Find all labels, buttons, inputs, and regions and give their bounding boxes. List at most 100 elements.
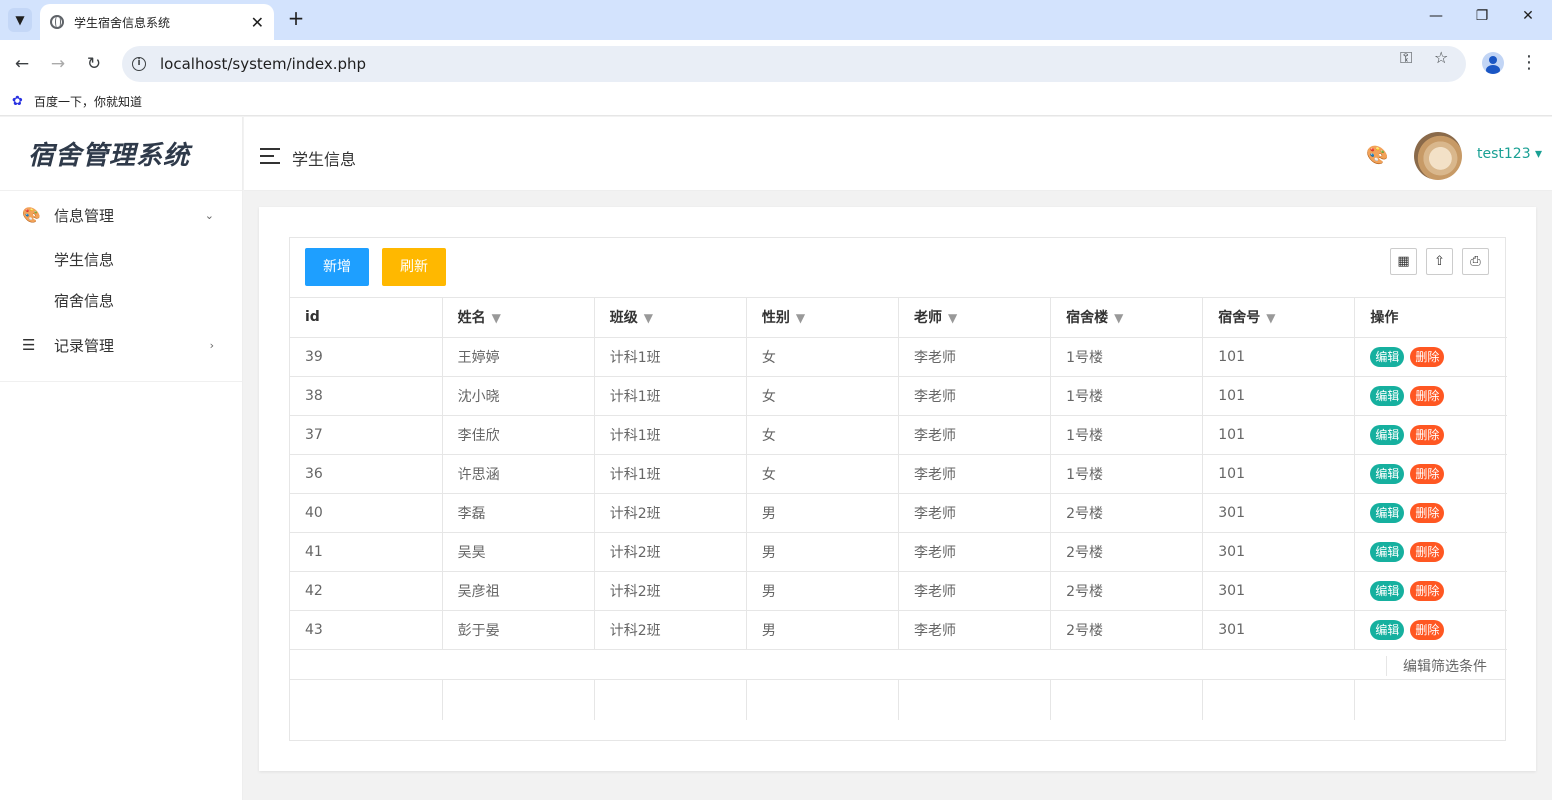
delete-button[interactable]: 删除 — [1410, 580, 1445, 601]
refresh-button[interactable]: 刷新 — [382, 248, 446, 286]
filter-icon[interactable]: ▼ — [492, 311, 501, 325]
window-close-button[interactable]: ✕ — [1518, 8, 1538, 24]
table-cell: 李老师 — [898, 454, 1052, 494]
content-card: 新增 刷新 ▦ ⇧ ⎙ id 姓名 ▼ 班级 ▼ 性别 ▼ 老师 ▼ 宿舍楼 ▼ 宿舍号 ▼… — [259, 207, 1536, 771]
data-table: 新增 刷新 ▦ ⇧ ⎙ id 姓名 ▼ 班级 ▼ 性别 ▼ 老师 ▼ 宿舍楼 ▼ 宿舍号 ▼… — [289, 237, 1507, 741]
theme-palette-icon[interactable]: 🎨 — [1366, 145, 1388, 166]
table-row[interactable]: 43 彭于晏 计科2班男李老师 2号楼 301 编辑 删除 — [290, 610, 1507, 650]
close-icon[interactable]: ✕ — [251, 13, 264, 32]
browser-tab[interactable]: 学生宿舍信息系统 ✕ — [40, 4, 274, 40]
table-cell: 301 — [1202, 571, 1356, 611]
table-cell: 37 — [290, 415, 443, 455]
table-cell: 男 — [746, 493, 900, 533]
sidebar-item-dorms[interactable]: 宿舍信息 — [0, 280, 242, 321]
table-row[interactable]: 38 沈小晓 计科1班女李老师 1号楼 101 编辑 删除 — [290, 376, 1507, 416]
site-info-icon[interactable]: i — [132, 57, 146, 71]
filter-icon[interactable]: ▼ — [796, 311, 805, 325]
edit-button[interactable]: 编辑 — [1370, 346, 1405, 367]
actions-cell: 编辑 删除 — [1354, 415, 1507, 455]
table-row[interactable]: 41 吴昊 计科2班男李老师 2号楼 301 编辑 删除 — [290, 532, 1507, 572]
table-row[interactable]: 39 王婷婷 计科1班女李老师 1号楼 101 编辑 删除 — [290, 337, 1507, 377]
back-button[interactable]: ← — [10, 52, 34, 76]
filter-icon[interactable]: ▼ — [948, 311, 957, 325]
bookmark-baidu[interactable]: 百度一下，你就知道 — [34, 93, 142, 110]
sidebar-group-records[interactable]: ☰ 记录管理 › — [0, 321, 242, 369]
column-header-teacher[interactable]: 老师 ▼ — [898, 298, 1052, 338]
column-header-building[interactable]: 宿舍楼 ▼ — [1050, 298, 1204, 338]
table-cell: 301 — [1202, 493, 1356, 533]
delete-button[interactable]: 删除 — [1410, 346, 1445, 367]
tab-search-button[interactable]: ▼ — [8, 8, 32, 32]
student-table: id 姓名 ▼ 班级 ▼ 性别 ▼ 老师 ▼ 宿舍楼 ▼ 宿舍号 ▼ 操作 39 王婷婷 计科1… — [290, 298, 1507, 650]
sidebar-group-label: 记录管理 — [54, 336, 115, 355]
list-icon: ☰ — [22, 336, 36, 354]
table-cell: 101 — [1202, 337, 1356, 377]
table-cell: 李老师 — [898, 493, 1052, 533]
print-icon[interactable]: ⎙ — [1462, 248, 1489, 275]
edit-button[interactable]: 编辑 — [1370, 385, 1405, 406]
filter-icon[interactable]: ▼ — [1266, 311, 1275, 325]
globe-icon — [50, 15, 64, 29]
actions-cell: 编辑 删除 — [1354, 454, 1507, 494]
profile-icon[interactable] — [1482, 52, 1504, 74]
url-text[interactable]: localhost/system/index.php — [160, 55, 366, 73]
edit-button[interactable]: 编辑 — [1370, 619, 1405, 640]
key-icon[interactable]: ⚿ — [1400, 48, 1412, 68]
table-cell: 101 — [1202, 415, 1356, 455]
edit-button[interactable]: 编辑 — [1370, 580, 1405, 601]
table-row[interactable]: 37 李佳欣 计科1班女李老师 1号楼 101 编辑 删除 — [290, 415, 1507, 455]
table-cell: 男 — [746, 610, 900, 650]
table-cell: 计科2班 — [594, 610, 747, 650]
address-bar[interactable]: i localhost/system/index.php — [122, 46, 1466, 82]
menu-toggle-icon[interactable] — [260, 148, 280, 169]
delete-button[interactable]: 删除 — [1410, 541, 1445, 562]
delete-button[interactable]: 删除 — [1410, 502, 1445, 523]
actions-cell: 编辑 删除 — [1354, 571, 1507, 611]
edit-button[interactable]: 编辑 — [1370, 463, 1405, 484]
table-row[interactable]: 42 吴彦祖 计科2班男李老师 2号楼 301 编辑 删除 — [290, 571, 1507, 611]
delete-button[interactable]: 删除 — [1410, 619, 1445, 640]
user-menu[interactable]: test123 ▾ — [1477, 146, 1542, 162]
delete-button[interactable]: 删除 — [1410, 424, 1445, 445]
filter-icon[interactable]: ▼ — [644, 311, 653, 325]
minimize-button[interactable]: — — [1426, 8, 1446, 24]
add-button[interactable]: 新增 — [305, 248, 369, 286]
export-icon[interactable]: ⇧ — [1426, 248, 1453, 275]
tab-title: 学生宿舍信息系统 — [74, 15, 171, 30]
column-header-room[interactable]: 宿舍号 ▼ — [1202, 298, 1356, 338]
new-tab-button[interactable]: + — [284, 6, 308, 30]
column-header-class[interactable]: 班级 ▼ — [594, 298, 747, 338]
table-cell: 许思涵 — [442, 454, 595, 494]
sidebar-group-info[interactable]: 🎨 信息管理 ⌄ — [0, 191, 242, 239]
column-header-id[interactable]: id — [290, 298, 443, 338]
edit-button[interactable]: 编辑 — [1370, 424, 1405, 445]
table-row[interactable]: 40 李磊 计科2班男李老师 2号楼 301 编辑 删除 — [290, 493, 1507, 533]
restore-button[interactable]: ❐ — [1472, 8, 1492, 24]
browser-tabstrip: ▼ 学生宿舍信息系统 ✕ + — ❐ ✕ — [0, 0, 1552, 40]
sidebar-item-students[interactable]: 学生信息 — [0, 239, 242, 280]
reload-button[interactable]: ↻ — [82, 52, 106, 76]
columns-icon[interactable]: ▦ — [1390, 248, 1417, 275]
more-menu-icon[interactable]: ⋮ — [1520, 52, 1538, 73]
avatar[interactable] — [1414, 132, 1462, 180]
table-cell: 计科2班 — [594, 532, 747, 572]
edit-button[interactable]: 编辑 — [1370, 502, 1405, 523]
table-cell: 李老师 — [898, 415, 1052, 455]
table-row[interactable]: 36 许思涵 计科1班女李老师 1号楼 101 编辑 删除 — [290, 454, 1507, 494]
edit-button[interactable]: 编辑 — [1370, 541, 1405, 562]
delete-button[interactable]: 删除 — [1410, 463, 1445, 484]
column-header-gender[interactable]: 性别 ▼ — [746, 298, 900, 338]
app-logo: 宿舍管理系统 — [0, 117, 242, 191]
table-cell: 101 — [1202, 376, 1356, 416]
sidebar-group-label: 信息管理 — [54, 206, 115, 225]
table-cell: 301 — [1202, 532, 1356, 572]
baidu-paw-icon: ✿ — [12, 93, 23, 109]
chevron-down-icon: ⌄ — [204, 208, 214, 222]
delete-button[interactable]: 删除 — [1410, 385, 1445, 406]
table-cell: 2号楼 — [1050, 571, 1204, 611]
forward-button[interactable]: → — [46, 52, 70, 76]
star-icon[interactable]: ☆ — [1434, 48, 1448, 67]
column-header-name[interactable]: 姓名 ▼ — [442, 298, 595, 338]
filter-icon[interactable]: ▼ — [1114, 311, 1123, 325]
edit-filter-button[interactable]: 编辑筛选条件 — [1386, 655, 1487, 676]
